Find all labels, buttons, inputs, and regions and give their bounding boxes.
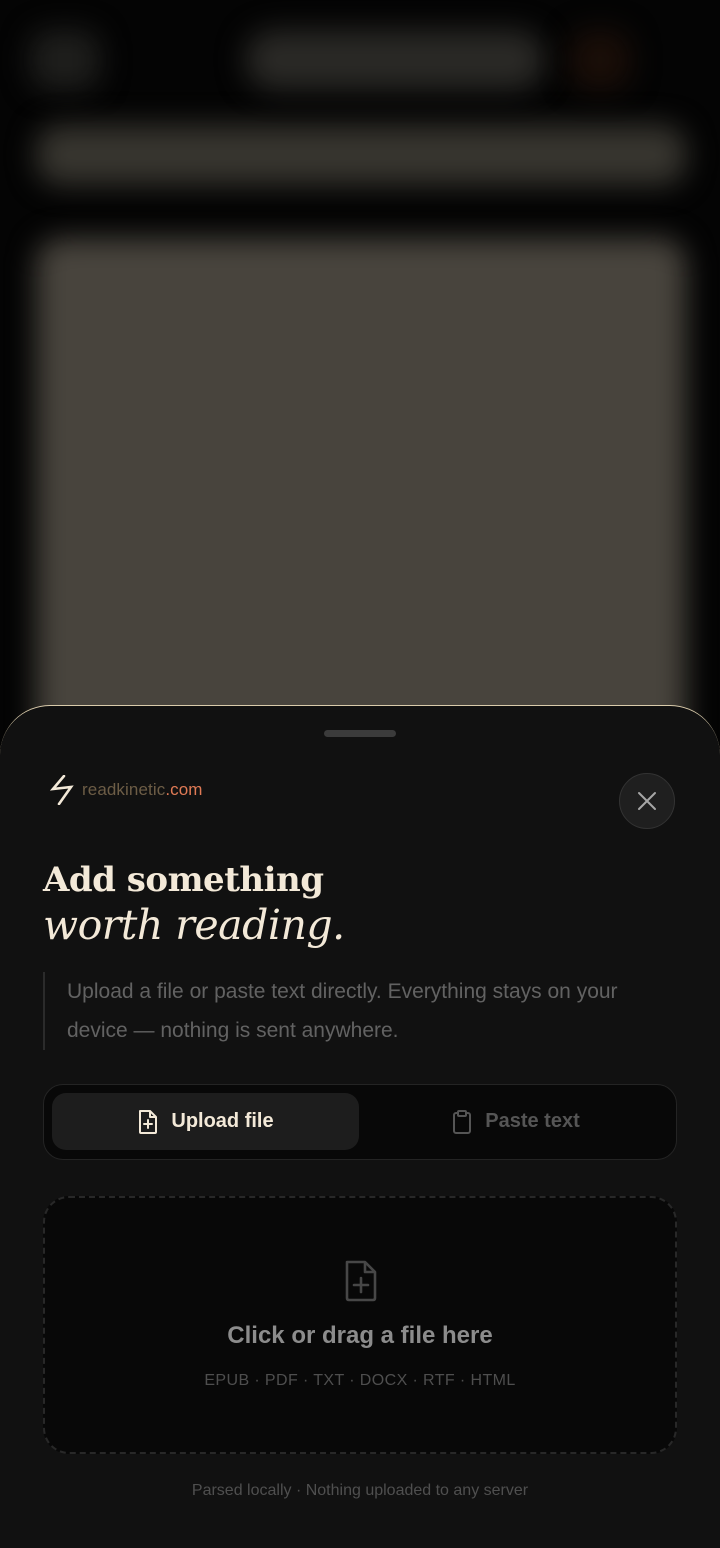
brand-tld: .com xyxy=(165,780,203,799)
background-reading-card xyxy=(36,238,686,760)
tab-upload-label: Upload file xyxy=(171,1110,274,1132)
title-line-2: worth reading. xyxy=(43,901,345,949)
background-app-blurred xyxy=(0,0,720,760)
privacy-note: Parsed locally · Nothing uploaded to any… xyxy=(191,1482,529,1499)
tab-paste-label: Paste text xyxy=(485,1110,580,1132)
source-tabs: Upload file Paste text xyxy=(43,1084,677,1160)
background-action-button xyxy=(570,30,630,90)
background-progress-bar xyxy=(36,125,686,185)
description-text: Upload a file or paste text directly. Ev… xyxy=(43,972,683,1050)
brand-name: readkinetic.com xyxy=(82,780,203,799)
tab-paste-text[interactable]: Paste text xyxy=(362,1093,669,1150)
drag-handle[interactable] xyxy=(324,730,396,737)
close-icon xyxy=(638,792,656,810)
title-line-1: Add something xyxy=(43,860,324,900)
close-button[interactable] xyxy=(619,773,675,829)
background-title xyxy=(245,30,545,90)
tab-upload-file[interactable]: Upload file xyxy=(52,1093,359,1150)
file-plus-icon xyxy=(139,1109,158,1134)
add-content-sheet: readkinetic.com Add something worth read… xyxy=(0,705,720,1548)
page-title: Add something worth reading. xyxy=(43,858,345,948)
background-menu-button xyxy=(30,30,100,90)
supported-formats: EPUB · PDF · TXT · DOCX · RTF · HTML xyxy=(204,1372,516,1389)
clipboard-icon xyxy=(453,1109,472,1134)
dropzone-title: Click or drag a file here xyxy=(227,1322,493,1349)
file-dropzone[interactable]: Click or drag a file here EPUB · PDF · T… xyxy=(43,1196,677,1454)
brand-logo: readkinetic.com xyxy=(50,774,203,806)
file-plus-icon xyxy=(345,1260,377,1302)
bolt-icon xyxy=(50,775,74,805)
